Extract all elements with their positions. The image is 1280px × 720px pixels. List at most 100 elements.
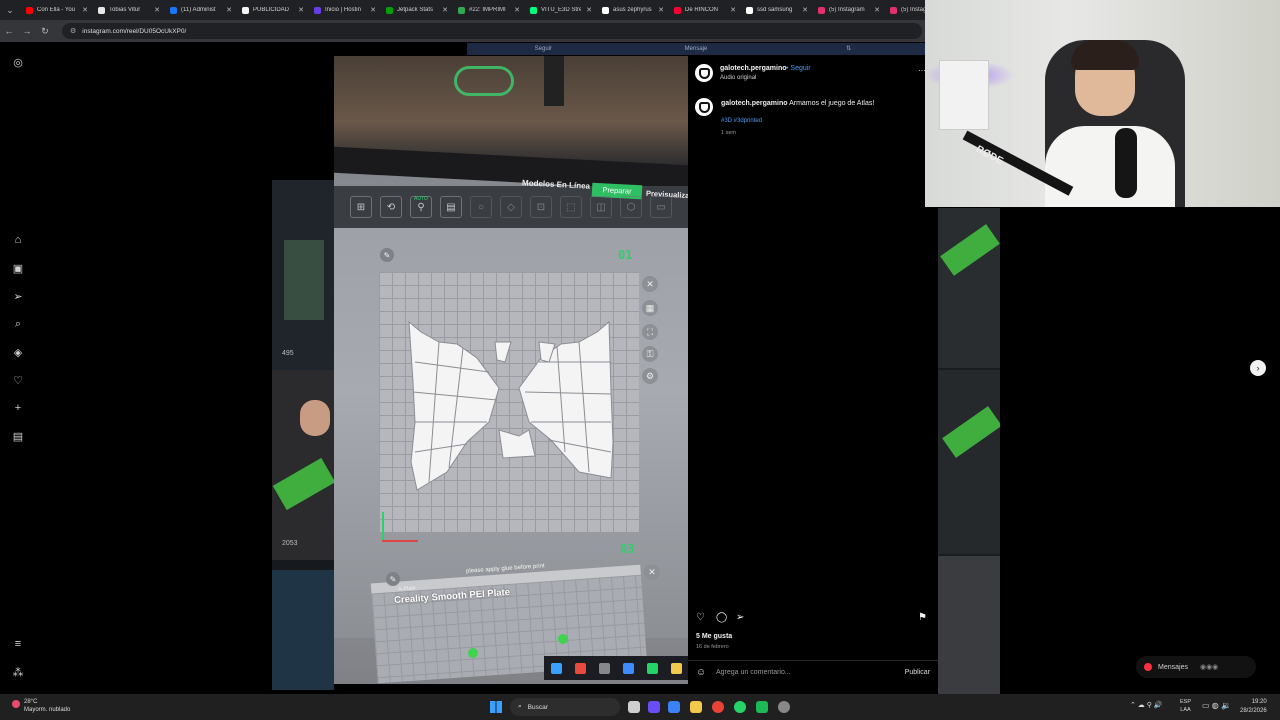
explore-icon[interactable]: ◈ <box>10 344 26 360</box>
site-info-icon[interactable]: ⚙ <box>70 27 76 35</box>
emoji-icon[interactable]: ☺ <box>696 667 706 678</box>
home-icon[interactable]: ⌂ <box>10 232 26 248</box>
reel-thumbnail[interactable] <box>938 208 1000 368</box>
comment-input[interactable]: Agrega un comentario... <box>716 669 791 676</box>
tab-favicon-icon <box>890 6 897 14</box>
network-icon[interactable]: ▭ ◍ 🔉 <box>1202 701 1231 710</box>
lang-top: ESP <box>1180 699 1192 705</box>
reel-video[interactable]: Modelos En Línea Preparar Previsualizar … <box>334 56 688 684</box>
chrome-icon[interactable] <box>712 701 724 713</box>
post-username[interactable]: galotech.pergamino <box>720 65 787 72</box>
file-explorer-icon[interactable] <box>690 701 702 713</box>
reel-thumbnail[interactable] <box>938 370 1000 554</box>
webcam-overlay: RØDE <box>925 0 1280 207</box>
reel-thumbnail[interactable]: 2053 <box>272 370 334 560</box>
likes-count[interactable]: 5 Me gusta <box>696 633 732 640</box>
like-icon[interactable]: ♡ <box>696 612 705 623</box>
reel-thumbnail[interactable] <box>938 556 1000 694</box>
app-icon[interactable] <box>756 701 768 713</box>
browser-tab[interactable]: Con Ella - You ✕ <box>20 0 92 20</box>
auto-label: AUTO <box>414 196 428 202</box>
browser-tab[interactable]: Tobias Vitur ✕ <box>92 0 164 20</box>
avatar[interactable] <box>695 98 713 116</box>
avatar[interactable] <box>695 64 713 82</box>
messages-icon[interactable]: ➢ <box>10 288 26 304</box>
shelf <box>939 60 989 130</box>
microphone <box>1115 128 1137 198</box>
tab-close-icon[interactable]: ✕ <box>730 6 736 14</box>
share-icon[interactable]: ➢ <box>736 612 744 623</box>
publish-button[interactable]: Publicar <box>905 669 930 676</box>
more-menu-icon[interactable]: ≡ <box>10 636 26 652</box>
app-icon[interactable] <box>648 701 660 713</box>
tab-search-icon[interactable]: ⌄ <box>0 0 20 20</box>
notifications-icon[interactable]: ♡ <box>10 372 26 388</box>
clock[interactable]: 19:20 28/2/2026 <box>1240 698 1267 716</box>
hashtags[interactable]: #3D #3dprinted <box>721 118 762 124</box>
messages-pill[interactable]: Mensajes ◉◉◉ <box>1136 656 1256 678</box>
taskbar-search[interactable]: ⌕ Buscar <box>510 698 620 716</box>
tab-close-icon[interactable]: ✕ <box>514 6 520 14</box>
message-tab[interactable]: Mensaje <box>620 43 773 55</box>
reels-icon[interactable]: ▣ <box>10 260 26 276</box>
follow-button[interactable]: • Seguir <box>786 65 811 72</box>
also-from-meta-icon[interactable]: ⁂ <box>10 664 26 680</box>
url-input[interactable]: ⚙ instagram.com/reel/DU05OcUkXP0/ <box>62 23 922 39</box>
instagram-logo-icon[interactable]: ◎ <box>10 54 26 70</box>
tab-close-icon[interactable]: ✕ <box>154 6 160 14</box>
tab-close-icon[interactable]: ✕ <box>658 6 664 14</box>
task-view-icon[interactable] <box>628 701 640 713</box>
browser-tab[interactable]: (5) Instagram ✕ <box>812 0 884 20</box>
browser-tab[interactable]: asus zephyrus ✕ <box>596 0 668 20</box>
comment-icon[interactable]: ◯ <box>716 612 727 623</box>
tab-close-icon[interactable]: ✕ <box>802 6 808 14</box>
app-icon[interactable] <box>668 701 680 713</box>
search-icon[interactable]: ⌕ <box>10 316 26 332</box>
tab-close-icon[interactable]: ✕ <box>442 6 448 14</box>
sort-tab[interactable]: ⇅ <box>772 43 925 55</box>
create-icon[interactable]: + <box>10 400 26 416</box>
follow-tab[interactable]: Seguir <box>467 43 620 55</box>
plate-tag: A-Plate <box>397 585 417 593</box>
tab-close-icon[interactable]: ✕ <box>586 6 592 14</box>
tab-title: VITU_E3D Stre <box>541 7 581 13</box>
back-icon[interactable]: ← <box>0 26 18 36</box>
audio-link[interactable]: Audio original <box>720 75 756 81</box>
reload-icon[interactable]: ↻ <box>36 26 54 37</box>
comment-bar: ☺ Agrega un comentario... Publicar <box>688 660 938 684</box>
post-date: 16 de febrero <box>696 644 729 650</box>
reel-thumbnail[interactable] <box>272 570 334 690</box>
tab-close-icon[interactable]: ✕ <box>226 6 232 14</box>
tab-close-icon[interactable]: ✕ <box>298 6 304 14</box>
weather-icon[interactable] <box>12 700 20 708</box>
weather-widget[interactable]: 28°C Mayorm. nublado <box>24 698 70 714</box>
browser-tab[interactable]: (11) Administ ✕ <box>164 0 236 20</box>
whatsapp-icon[interactable] <box>734 701 746 713</box>
tab-favicon-icon <box>386 6 393 14</box>
build-plate-grid <box>379 272 639 532</box>
tab-close-icon[interactable]: ✕ <box>82 6 88 14</box>
reel-thumbnail[interactable]: 495 <box>272 180 334 370</box>
app-icon[interactable] <box>778 701 790 713</box>
windows-taskbar: 28°C Mayorm. nublado ⌕ Buscar ⌃ ☁ ⚲ 🔊 ES… <box>0 694 1280 720</box>
tab-favicon-icon <box>530 6 537 14</box>
language-indicator[interactable]: ESP LAA <box>1180 698 1191 714</box>
browser-tab[interactable]: De RINCÓN ✕ <box>668 0 740 20</box>
tab-title: asus zephyrus <box>613 7 652 13</box>
tab-close-icon[interactable]: ✕ <box>874 6 880 14</box>
start-icon[interactable] <box>490 701 502 713</box>
browser-tab[interactable]: PUBLICIDAD ✕ <box>236 0 308 20</box>
next-reel-icon[interactable]: › <box>1250 360 1266 376</box>
tab-close-icon[interactable]: ✕ <box>370 6 376 14</box>
browser-tab[interactable]: #22: IMPRIMI ✕ <box>452 0 524 20</box>
browser-tab[interactable]: Jetpack Stats ✕ <box>380 0 452 20</box>
browser-tab[interactable]: VITU_E3D Stre ✕ <box>524 0 596 20</box>
browser-tab[interactable]: Inicio | Hostin ✕ <box>308 0 380 20</box>
save-icon[interactable]: ⚑ <box>918 612 927 623</box>
caption-username[interactable]: galotech.pergamino <box>721 100 788 107</box>
forward-icon[interactable]: → <box>18 26 36 36</box>
dashboard-icon[interactable]: ▤ <box>10 428 26 444</box>
browser-tab[interactable]: ssd samsung ✕ <box>740 0 812 20</box>
post-panel: galotech.pergamino • Seguir Audio origin… <box>688 56 938 684</box>
system-tray[interactable]: ⌃ ☁ ⚲ 🔊 <box>1130 701 1163 709</box>
